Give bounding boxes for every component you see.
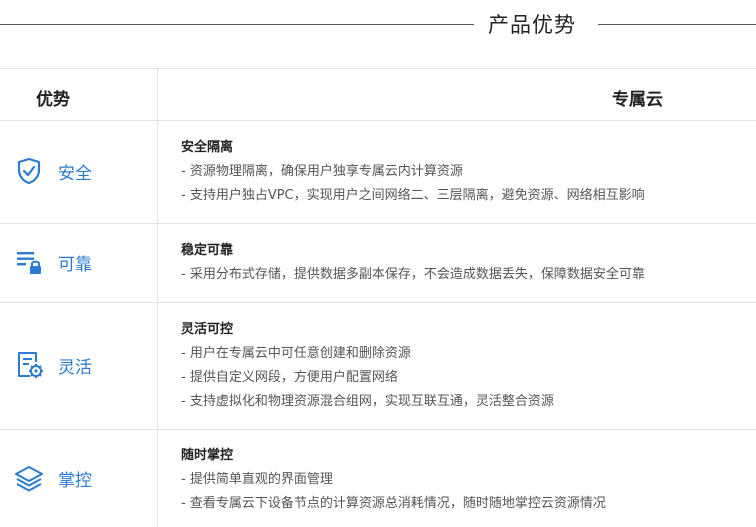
layers-icon — [14, 463, 44, 493]
detail-line: - 支持用户独占VPC，实现用户之间网络二、三层隔离，避免资源、网络相互影响 — [181, 188, 645, 203]
advantage-label: 安全 — [58, 163, 92, 184]
detail-line: - 支持虚拟化和物理资源混合组网，实现互联互通，灵活整合资源 — [181, 394, 554, 409]
table-row-reliability: 可靠 稳定可靠 - 采用分布式存储，提供数据多副本保存，不会造成数据丢失，保障数… — [0, 224, 756, 302]
detail-line: - 提供简单直观的界面管理 — [181, 472, 333, 487]
detail-title: 灵活可控 — [181, 322, 234, 337]
detail-title: 稳定可靠 — [181, 243, 234, 258]
advantage-detail: 随时掌控 - 提供简单直观的界面管理 - 查看专属云下设备节点的计算资源总消耗情… — [181, 444, 606, 516]
advantage-label: 掌控 — [58, 470, 92, 491]
list-lock-icon — [14, 247, 44, 277]
advantage-cell-security: 安全 — [14, 156, 92, 186]
advantage-cell-control: 掌控 — [14, 463, 92, 493]
title-divider-left — [0, 24, 474, 25]
detail-title: 安全隔离 — [181, 140, 234, 155]
advantage-detail: 稳定可靠 - 采用分布式存储，提供数据多副本保存，不会造成数据丢失，保障数据安全… — [181, 239, 645, 287]
section-header: 产品优势 — [0, 0, 756, 50]
table-row-flexibility: 灵活 灵活可控 - 用户在专属云中可任意创建和删除资源 - 提供自定义网段，方便… — [0, 303, 756, 429]
header-dedicated-cloud: 专属云 — [612, 90, 663, 110]
table-row-security: 安全 安全隔离 - 资源物理隔离，确保用户独享专属云内计算资源 - 支持用户独占… — [0, 121, 756, 223]
advantage-detail: 灵活可控 - 用户在专属云中可任意创建和删除资源 - 提供自定义网段，方便用户配… — [181, 318, 554, 414]
title-divider-right — [598, 24, 756, 25]
shield-check-icon — [14, 156, 44, 186]
table-row-control: 掌控 随时掌控 - 提供简单直观的界面管理 - 查看专属云下设备节点的计算资源总… — [0, 430, 756, 527]
document-gear-icon — [14, 350, 44, 380]
detail-line: - 资源物理隔离，确保用户独享专属云内计算资源 — [181, 164, 463, 179]
advantage-label: 灵活 — [58, 357, 92, 378]
header-advantage: 优势 — [36, 90, 70, 110]
advantage-cell-flexibility: 灵活 — [14, 350, 92, 380]
advantage-label: 可靠 — [58, 254, 92, 275]
detail-title: 随时掌控 — [181, 448, 234, 463]
detail-line: - 采用分布式存储，提供数据多副本保存，不会造成数据丢失，保障数据安全可靠 — [181, 267, 645, 282]
table-top-border — [0, 68, 756, 69]
detail-line: - 提供自定义网段，方便用户配置网络 — [181, 370, 398, 385]
detail-line: - 查看专属云下设备节点的计算资源总消耗情况，随时随地掌控云资源情况 — [181, 496, 606, 511]
section-title: 产品优势 — [488, 13, 576, 37]
advantage-cell-reliability: 可靠 — [14, 247, 92, 277]
advantages-table: 优势 专属云 安全 安全隔离 - 资源物理隔离，确保用户独享专属云内计算资源 -… — [0, 68, 756, 527]
advantage-detail: 安全隔离 - 资源物理隔离，确保用户独享专属云内计算资源 - 支持用户独占VPC… — [181, 136, 645, 208]
detail-line: - 用户在专属云中可任意创建和删除资源 — [181, 346, 411, 361]
